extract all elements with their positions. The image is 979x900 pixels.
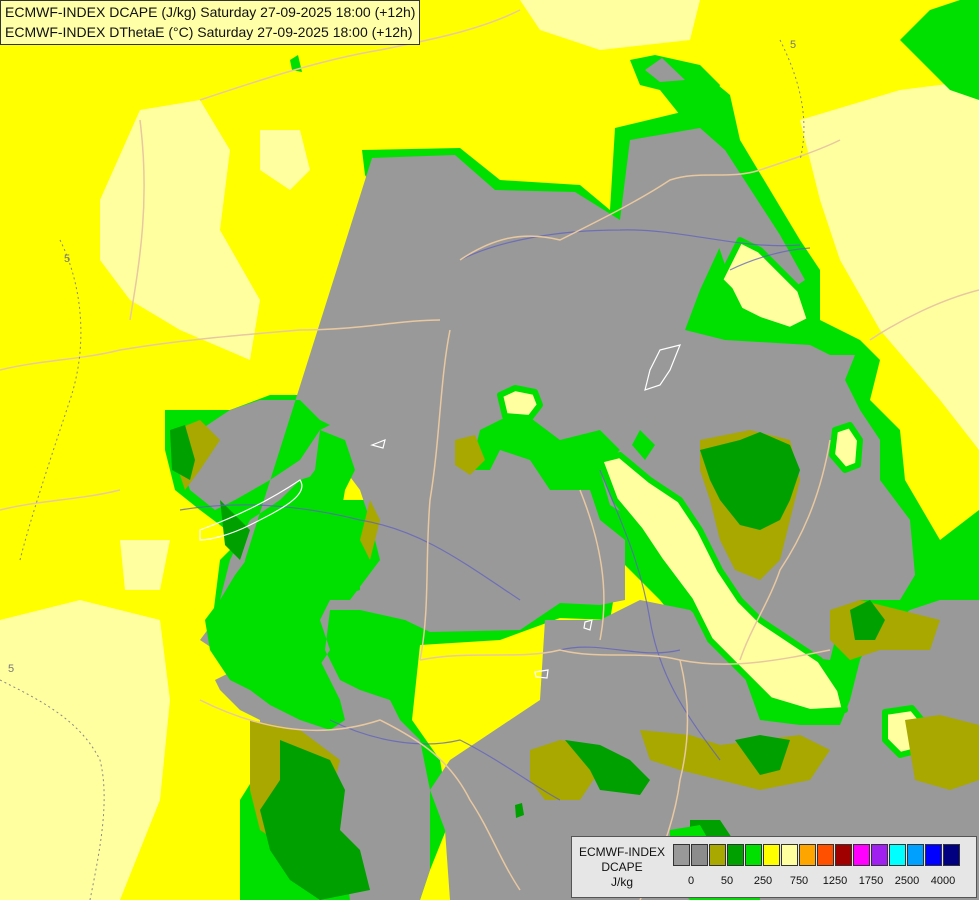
legend-tick: 2500 [894,875,920,887]
legend-swatch [853,844,870,866]
legend-swatch [709,844,726,866]
legend-tick: 1750 [858,875,884,887]
legend-tick: 4000 [930,875,956,887]
title-dthetae: ECMWF-INDEX DThetaE (°C) Saturday 27-09-… [5,24,413,40]
legend-swatch [781,844,798,866]
legend-swatch [907,844,924,866]
legend-swatch [817,844,834,866]
legend-tick: 50 [720,875,734,887]
legend-swatch [727,844,744,866]
legend-swatch [673,844,690,866]
legend-tick: 1250 [822,875,848,887]
legend-unit: J/kg [610,875,633,889]
legend-swatch [835,844,852,866]
dcape-map: 5 5 5 [0,0,979,900]
legend-swatch [925,844,942,866]
contour-label: 5 [64,253,70,265]
legend-swatch [889,844,906,866]
legend-swatch [691,844,708,866]
title-dcape: ECMWF-INDEX DCAPE (J/kg) Saturday 27-09-… [5,4,416,20]
legend: ECMWF-INDEX DCAPE J/kg 0 50 250 750 1250… [571,836,977,898]
map-title-box: ECMWF-INDEX DCAPE (J/kg) Saturday 27-09-… [0,0,421,45]
legend-label: ECMWF-INDEX DCAPE J/kg [574,845,670,890]
legend-swatch [745,844,762,866]
legend-swatch [799,844,816,866]
legend-swatch [763,844,780,866]
legend-tick: 0 [687,875,695,887]
legend-variable: DCAPE [601,860,643,874]
legend-swatches [673,844,961,866]
legend-tick: 250 [753,875,773,887]
legend-swatch [871,844,888,866]
legend-swatch [943,844,960,866]
legend-source: ECMWF-INDEX [579,845,665,859]
contour-label: 5 [8,663,14,675]
contour-label: 5 [790,39,796,51]
legend-tick: 750 [789,875,809,887]
